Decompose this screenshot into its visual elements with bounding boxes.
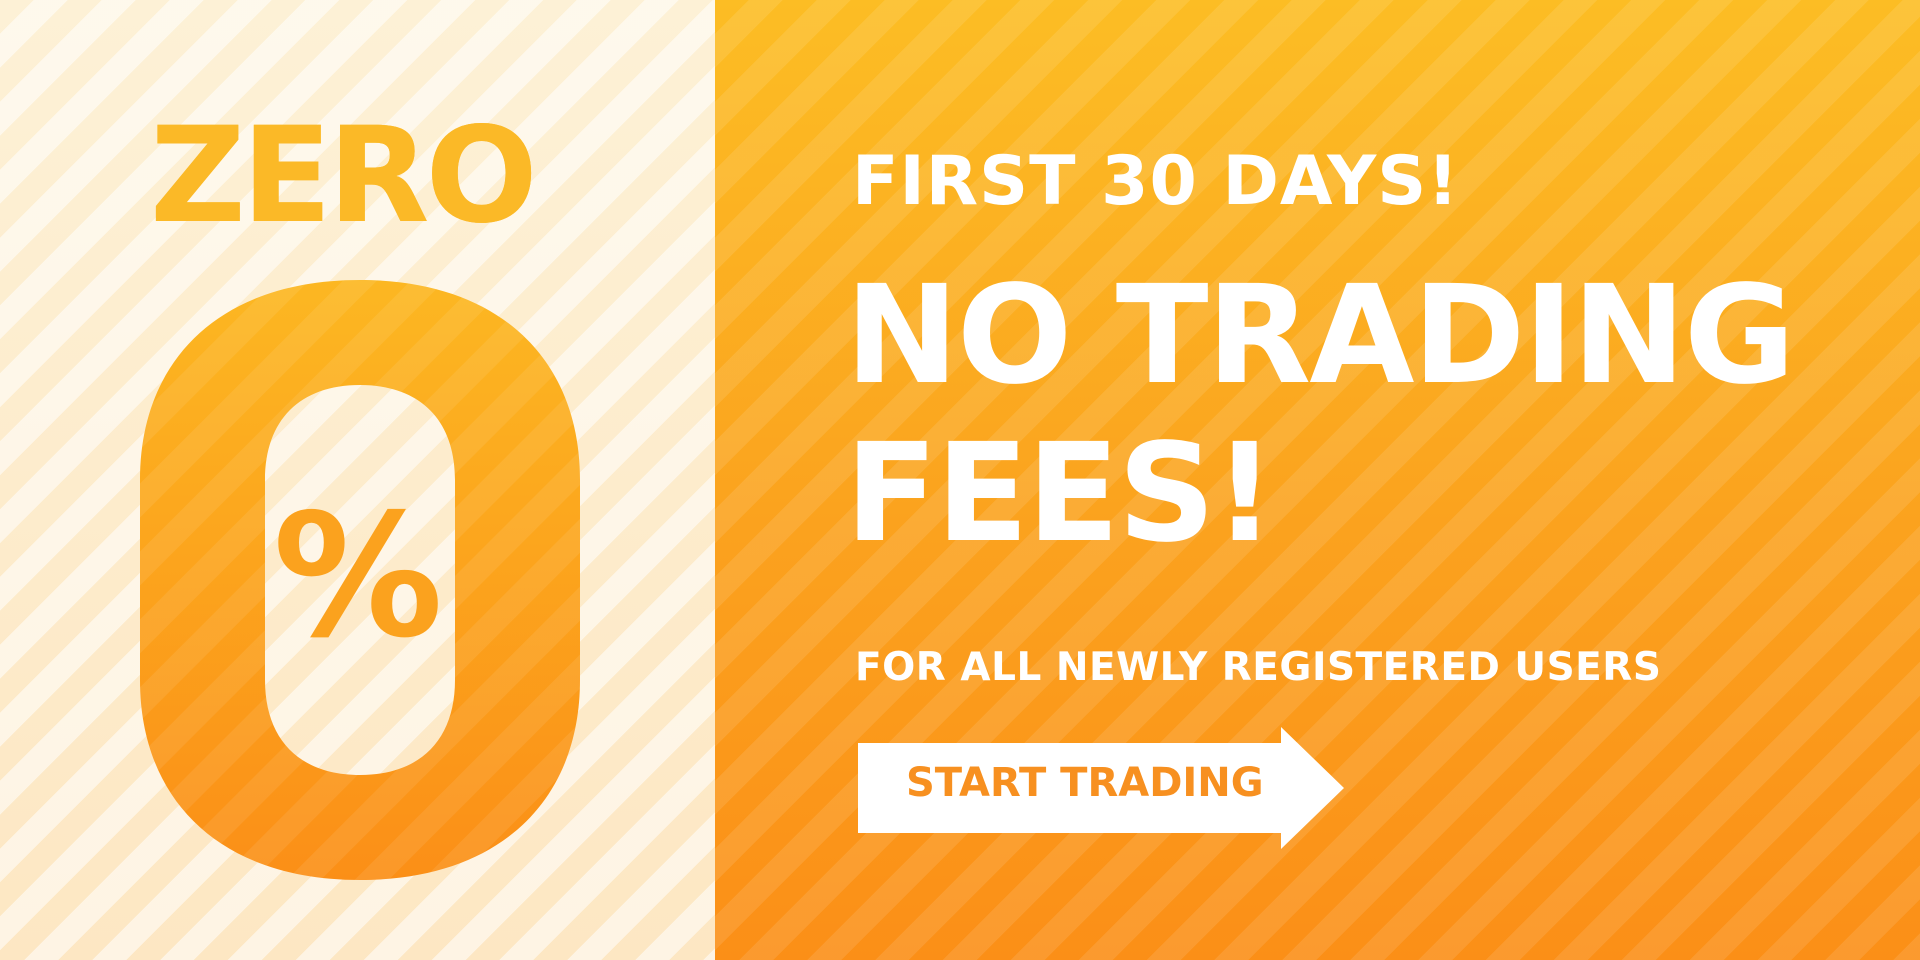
cta-label: START TRADING (906, 760, 1264, 806)
headline-line-1: NO TRADING (845, 257, 1795, 415)
subtitle: FIRST 30 DAYS! (852, 142, 1460, 221)
zero-word: ZERO (150, 110, 580, 242)
start-trading-button[interactable]: START TRADING (858, 727, 1344, 849)
promo-banner: ZERO % FIRST 30 DAYS! NO TRADING FEES! F… (0, 0, 1920, 960)
headline: NO TRADING FEES! (845, 257, 1795, 574)
tagline: FOR ALL NEWLY REGISTERED USERS (855, 645, 1662, 690)
percent-symbol: % (273, 478, 443, 676)
zero-percent-icon: % (140, 280, 580, 880)
headline-line-2: FEES! (845, 414, 1276, 573)
